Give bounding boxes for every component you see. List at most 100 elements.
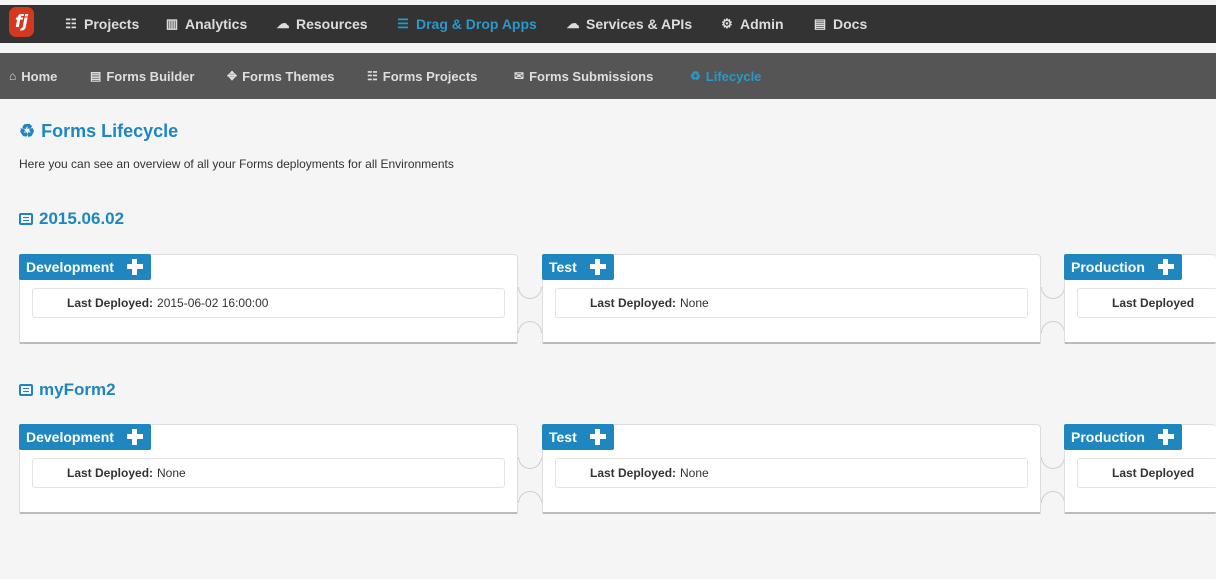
recycle-icon: ♻: [19, 121, 36, 141]
last-deployed-row: Last Deployed: None: [555, 458, 1028, 488]
pipeline-connector: [1041, 287, 1065, 299]
env-panel-development: Development Last Deployed: 2015-06-02 16:…: [19, 254, 518, 344]
nav-services-apis[interactable]: ☁ Services & APIs: [566, 5, 693, 43]
magic-icon: ✥: [227, 69, 238, 83]
pipeline-connector: [518, 457, 542, 469]
env-tab-test[interactable]: Test: [542, 254, 614, 280]
app-logo[interactable]: fj: [9, 7, 34, 37]
pipeline-connector: [518, 491, 542, 503]
cloud-upload-icon: ☁: [566, 16, 580, 31]
form-name: 2015.06.02: [39, 209, 125, 228]
last-deployed-value: None: [680, 466, 709, 480]
nav-drag-drop-apps-label: Drag & Drop Apps: [416, 16, 537, 32]
env-panel-production: Production Last Deployed: [1064, 254, 1216, 344]
pipeline-connector: [518, 287, 542, 299]
env-panel-test: Test Last Deployed: None: [542, 254, 1041, 344]
grid-icon: ☷: [367, 69, 378, 83]
nav-analytics-label: Analytics: [185, 16, 248, 32]
pipeline-connector: [1041, 321, 1065, 333]
cogs-icon: ⚙: [721, 16, 733, 31]
plus-icon[interactable]: [589, 429, 606, 445]
last-deployed-row: Last Deployed: None: [555, 288, 1028, 318]
last-deployed-value: None: [157, 466, 186, 480]
envelope-icon: ✉: [514, 69, 525, 83]
last-deployed-row: Last Deployed: None: [32, 458, 505, 488]
list-alt-icon: [19, 213, 33, 225]
plus-icon[interactable]: [589, 259, 606, 275]
last-deployed-row: Last Deployed: [1077, 458, 1216, 488]
form-title[interactable]: myForm2: [19, 380, 116, 400]
page-title: ♻ Forms Lifecycle: [19, 121, 178, 142]
env-name: Development: [26, 259, 114, 275]
subnav-forms-projects-label: Forms Projects: [382, 68, 478, 84]
nav-docs[interactable]: ▤ Docs: [813, 5, 867, 43]
env-tab-test[interactable]: Test: [542, 424, 614, 450]
nav-resources[interactable]: ☁ Resources: [276, 5, 368, 43]
nav-services-apis-label: Services & APIs: [586, 16, 693, 32]
subnav-home-label: Home: [21, 68, 58, 84]
nav-analytics[interactable]: ▥ Analytics: [165, 5, 247, 43]
subnav-forms-submissions[interactable]: ✉ Forms Submissions: [514, 53, 653, 99]
last-deployed-value: 2015-06-02 16:00:00: [157, 296, 269, 310]
env-name: Test: [549, 259, 577, 275]
last-deployed-row: Last Deployed: [1077, 288, 1216, 318]
top-navbar: fj ☷ Projects ▥ Analytics ☁ Resources ☰ Drag…: [0, 5, 1216, 43]
book-icon: ▤: [813, 16, 827, 31]
env-name: Test: [549, 429, 577, 445]
nav-admin-label: Admin: [740, 16, 784, 32]
plus-icon[interactable]: [1157, 259, 1174, 275]
nav-projects[interactable]: ☷ Projects: [64, 5, 139, 43]
home-icon: ⌂: [9, 69, 17, 83]
page-intro: Here you can see an overview of all your…: [19, 157, 454, 171]
bar-chart-icon: ▥: [165, 16, 179, 31]
last-deployed-label: Last Deployed:: [590, 296, 677, 310]
env-tab-development[interactable]: Development: [19, 254, 151, 280]
cloud-icon: ☁: [276, 16, 290, 31]
forms-subnav: ⌂ Home ▤ Forms Builder ✥ Forms Themes ☷ Form…: [0, 53, 1216, 99]
list-icon: ☰: [397, 16, 409, 31]
list-alt-icon: ▤: [90, 69, 102, 83]
pipeline-connector: [1041, 457, 1065, 469]
env-name: Production: [1071, 429, 1145, 445]
env-tab-development[interactable]: Development: [19, 424, 151, 450]
form-title[interactable]: 2015.06.02: [19, 209, 124, 229]
subnav-forms-themes-label: Forms Themes: [242, 68, 335, 84]
env-panel-production: Production Last Deployed: [1064, 424, 1216, 514]
grid-icon: ☷: [65, 16, 77, 31]
pipeline-connector: [518, 321, 542, 333]
plus-icon[interactable]: [126, 259, 143, 275]
env-name: Development: [26, 429, 114, 445]
last-deployed-row: Last Deployed: 2015-06-02 16:00:00: [32, 288, 505, 318]
recycle-icon: ♻: [690, 69, 701, 83]
subnav-home[interactable]: ⌂ Home: [9, 53, 57, 99]
last-deployed-label: Last Deployed:: [67, 296, 154, 310]
plus-icon[interactable]: [126, 429, 143, 445]
env-tab-production[interactable]: Production: [1064, 424, 1182, 450]
last-deployed-label: Last Deployed:: [67, 466, 154, 480]
form-name: myForm2: [39, 380, 116, 399]
env-panel-test: Test Last Deployed: None: [542, 424, 1041, 514]
nav-docs-label: Docs: [833, 16, 868, 32]
plus-icon[interactable]: [1157, 429, 1174, 445]
subnav-lifecycle[interactable]: ♻ Lifecycle: [690, 53, 761, 99]
subnav-forms-builder[interactable]: ▤ Forms Builder: [90, 53, 194, 99]
last-deployed-value: None: [680, 296, 709, 310]
env-panel-development: Development Last Deployed: None: [19, 424, 518, 514]
env-name: Production: [1071, 259, 1145, 275]
last-deployed-label: Last Deployed: [1112, 296, 1195, 310]
subnav-lifecycle-label: Lifecycle: [705, 68, 762, 84]
page-title-text: Forms Lifecycle: [41, 121, 179, 141]
env-tab-production[interactable]: Production: [1064, 254, 1182, 280]
list-alt-icon: [19, 384, 33, 396]
subnav-forms-submissions-label: Forms Submissions: [529, 68, 654, 84]
pipeline-connector: [1041, 491, 1065, 503]
subnav-forms-themes[interactable]: ✥ Forms Themes: [227, 53, 335, 99]
nav-admin[interactable]: ⚙ Admin: [720, 5, 784, 43]
nav-drag-drop-apps[interactable]: ☰ Drag & Drop Apps: [396, 5, 537, 43]
nav-resources-label: Resources: [296, 16, 368, 32]
last-deployed-label: Last Deployed:: [590, 466, 677, 480]
subnav-forms-projects[interactable]: ☷ Forms Projects: [367, 53, 477, 99]
nav-projects-label: Projects: [84, 16, 140, 32]
last-deployed-label: Last Deployed: [1112, 466, 1195, 480]
subnav-forms-builder-label: Forms Builder: [106, 68, 195, 84]
